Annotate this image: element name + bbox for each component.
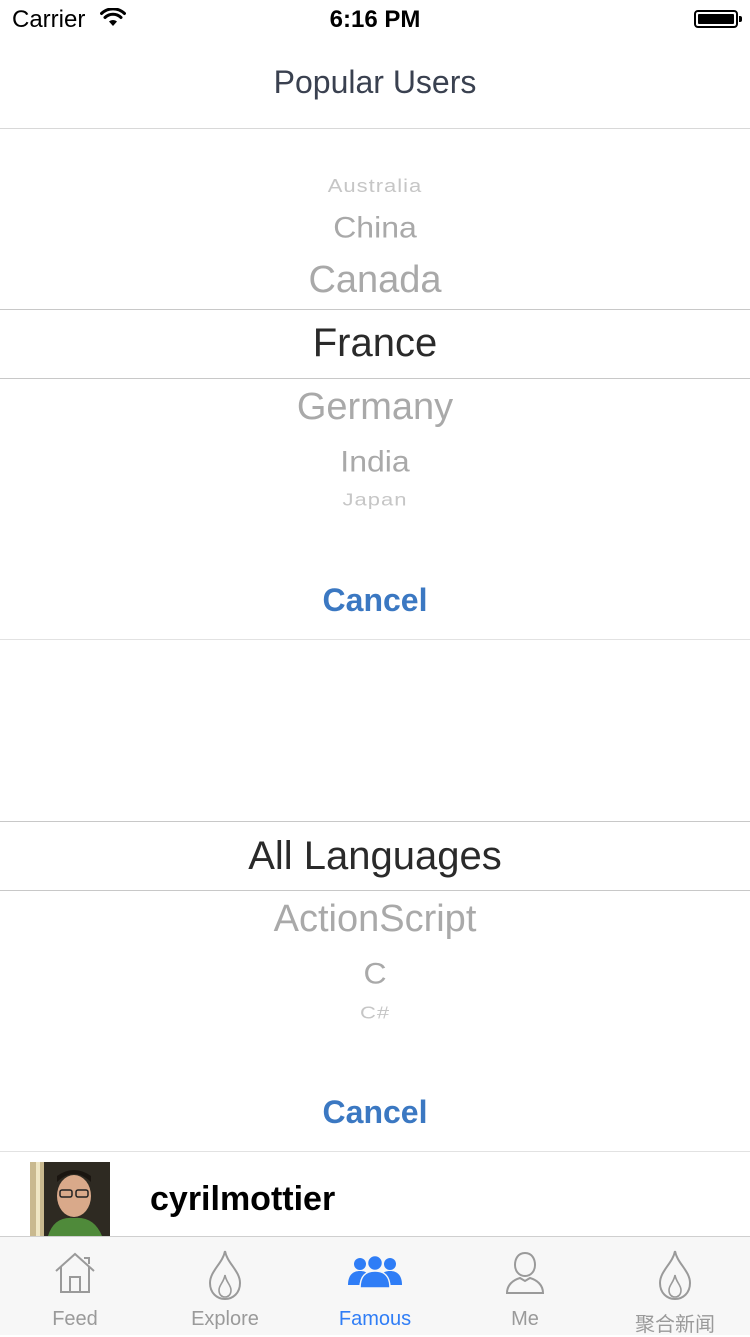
avatar [30,1162,110,1236]
status-bar: Carrier 6:16 PM [0,0,750,40]
picker-row[interactable]: Japan [0,490,750,511]
picker-row[interactable]: C [0,956,750,990]
users-group-icon [347,1254,403,1294]
tab-label: Me [511,1308,539,1330]
tab-explore[interactable]: Explore [150,1237,300,1335]
flame-icon [657,1249,693,1306]
tab-label: Famous [338,1308,412,1330]
flame-icon [207,1249,243,1306]
tab-news[interactable]: 聚合新闻 [600,1237,750,1336]
navigation-bar: Popular Users [0,40,750,129]
country-picker[interactable]: Australia China Canada France Germany In… [0,129,750,639]
home-icon [52,1249,98,1300]
tab-feed[interactable]: Feed [0,1237,150,1335]
clock: 6:16 PM [329,6,421,33]
person-icon [505,1249,545,1300]
battery-icon [694,10,742,28]
picker-row[interactable]: India [0,444,750,478]
picker-row[interactable]: China [0,210,750,244]
picker-row[interactable]: C# [0,1003,750,1024]
picker-row[interactable]: Germany [0,386,750,429]
picker-selected-language[interactable]: All Languages [0,834,750,879]
tab-me[interactable]: Me [450,1237,600,1335]
tab-famous[interactable]: Famous [300,1237,450,1335]
tab-label: 聚合新闻 [635,1314,715,1336]
language-picker[interactable]: All Languages ActionScript C C# Cancel [0,640,750,1152]
cancel-button[interactable]: Cancel [0,1094,750,1131]
picker-row[interactable]: ActionScript [0,898,750,941]
tab-label: Feed [52,1308,98,1330]
username[interactable]: cyrilmottier [150,1180,335,1219]
tab-label: Explore [191,1308,259,1330]
cancel-button[interactable]: Cancel [0,582,750,619]
picker-selected-country[interactable]: France [0,321,750,366]
picker-row[interactable]: Australia [0,175,750,197]
tab-bar: Feed Explore Famous Me 聚合新闻 [0,1236,750,1336]
picker-row[interactable]: Canada [0,259,750,302]
page-title: Popular Users [273,64,477,100]
list-item[interactable]: cyrilmottier [0,1152,750,1236]
